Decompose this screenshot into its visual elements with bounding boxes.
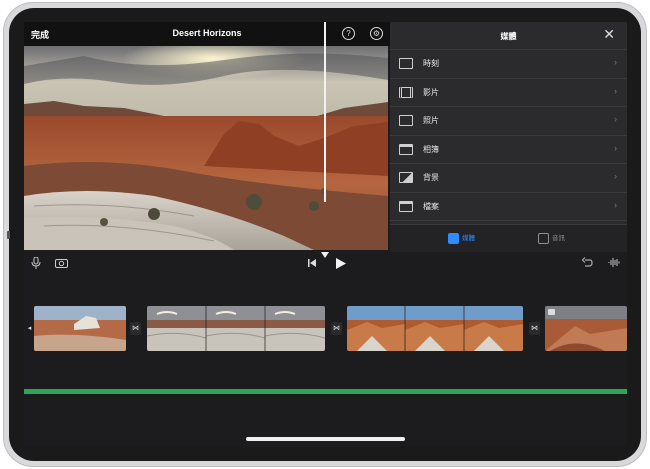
media-item-albums[interactable]: 相簿 › xyxy=(390,136,627,164)
media-category-list: 時刻 › 影片 › 照片 › 相簿 › 背景 › 檔案 › xyxy=(390,50,627,221)
tab-media[interactable]: 媒體 xyxy=(448,232,475,246)
media-item-label: 時刻 xyxy=(423,59,439,68)
chevron-right-icon: › xyxy=(614,57,617,67)
music-note-icon xyxy=(538,232,549,244)
album-icon xyxy=(399,143,413,155)
chevron-right-icon: › xyxy=(614,142,617,153)
help-icon[interactable]: ? xyxy=(342,27,355,40)
project-toolbar: 完成 Desert Horizons ? ⚙ xyxy=(24,22,390,46)
media-panel-title: 媒體 xyxy=(500,32,517,41)
skip-to-start-icon[interactable] xyxy=(308,259,316,267)
media-item-label: 背景 xyxy=(423,173,439,182)
audio-waveform-icon[interactable] xyxy=(608,257,620,268)
media-item-backgrounds[interactable]: 背景 › xyxy=(390,164,627,193)
media-item-files[interactable]: 檔案 › xyxy=(390,193,627,221)
tab-audio-label: 音訊 xyxy=(552,235,565,242)
media-item-moments[interactable]: 時刻 › xyxy=(390,50,627,79)
playhead[interactable] xyxy=(324,22,326,202)
media-panel-header: 媒體 ✕ xyxy=(390,22,627,50)
microphone-icon[interactable] xyxy=(31,257,41,269)
media-item-label: 影片 xyxy=(423,87,439,97)
media-item-label: 相簿 xyxy=(423,144,439,154)
clip-thumbnail xyxy=(147,306,325,351)
close-icon[interactable]: ✕ xyxy=(603,27,615,41)
camera-icon[interactable] xyxy=(55,258,68,268)
timeline[interactable]: ◂ ⋈ ⋈ ⋈ xyxy=(24,274,627,446)
media-browser-panel: 媒體 ✕ 時刻 › 影片 › 照片 › 相簿 › 背景 › 檔案 › 媒體 音訊 xyxy=(390,22,627,252)
timeline-clip-4[interactable] xyxy=(545,306,627,351)
project-title: Desert Horizons xyxy=(172,28,242,38)
folder-icon xyxy=(399,200,413,212)
clip-thumbnail xyxy=(545,306,627,351)
play-icon[interactable] xyxy=(336,258,346,269)
film-icon xyxy=(399,86,413,98)
desert-preview-image xyxy=(24,46,388,250)
moments-icon xyxy=(399,58,413,69)
tab-media-label: 媒體 xyxy=(462,235,475,242)
media-item-label: 照片 xyxy=(423,116,439,125)
home-indicator[interactable] xyxy=(246,437,405,441)
media-tab-bar: 媒體 音訊 xyxy=(390,224,627,252)
tab-audio[interactable]: 音訊 xyxy=(538,232,565,246)
chevron-right-icon: › xyxy=(614,199,617,210)
media-item-video[interactable]: 影片 › xyxy=(390,79,627,107)
photo-icon xyxy=(399,115,413,126)
media-item-photos[interactable]: 照片 › xyxy=(390,107,627,136)
clip-thumbnail xyxy=(347,306,523,351)
camera-dot xyxy=(7,231,10,239)
timeline-clip-1[interactable] xyxy=(34,306,126,351)
chevron-right-icon: › xyxy=(614,85,617,96)
undo-icon[interactable] xyxy=(582,257,593,268)
chevron-right-icon: › xyxy=(614,114,617,124)
settings-icon[interactable]: ⚙ xyxy=(370,27,383,40)
media-item-label: 檔案 xyxy=(423,201,439,211)
chevron-right-icon: › xyxy=(614,171,617,181)
playhead-marker-icon xyxy=(321,252,329,258)
imovie-screen: 完成 Desert Horizons ? ⚙ 媒體 ✕ 時刻 › 影片 › 照片… xyxy=(24,22,627,446)
video-viewer[interactable] xyxy=(24,46,388,250)
transition-icon[interactable]: ⋈ xyxy=(529,322,540,335)
timeline-clip-3[interactable] xyxy=(347,306,523,351)
background-icon xyxy=(399,172,413,183)
clip-thumbnail xyxy=(34,306,126,351)
transition-icon[interactable]: ⋈ xyxy=(130,322,141,335)
media-tab-icon xyxy=(448,232,459,244)
transition-icon[interactable]: ⋈ xyxy=(331,322,342,335)
audio-track[interactable] xyxy=(24,389,627,394)
timeline-clip-2[interactable] xyxy=(147,306,325,351)
